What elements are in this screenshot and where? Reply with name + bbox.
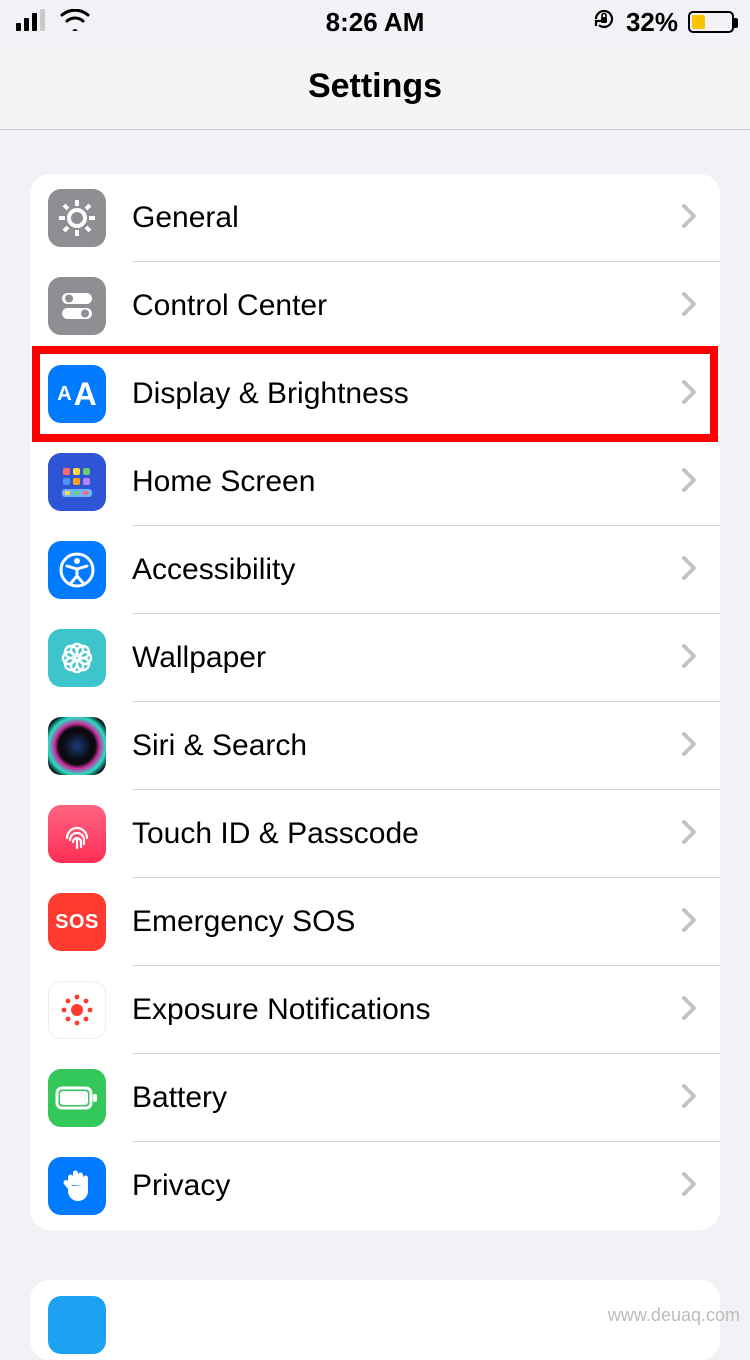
settings-row-battery[interactable]: Battery [30, 1054, 720, 1142]
battery-percent: 32% [626, 7, 678, 38]
wifi-icon [60, 7, 90, 38]
watermark: www.deuaq.com [608, 1305, 740, 1326]
chevron-right-icon [680, 466, 720, 499]
settings-row-label: Display & Brightness [106, 377, 680, 411]
accessibility-icon [48, 541, 106, 599]
settings-row-label: Touch ID & Passcode [106, 817, 680, 851]
siri-icon [48, 717, 106, 775]
chevron-right-icon [680, 290, 720, 323]
home-grid-icon [48, 453, 106, 511]
cellular-signal-icon [16, 7, 50, 38]
chevron-right-icon [680, 378, 720, 411]
app-icon [48, 1296, 106, 1354]
settings-row-display-brightness[interactable]: AA Display & Brightness [30, 350, 720, 438]
settings-row-label: Accessibility [106, 553, 680, 587]
chevron-right-icon [680, 1170, 720, 1203]
gear-icon [48, 189, 106, 247]
hand-icon [48, 1157, 106, 1215]
settings-list: General Control Center AA Display & Brig… [30, 174, 720, 1230]
settings-row-label: Wallpaper [106, 641, 680, 675]
toggles-icon [48, 277, 106, 335]
settings-row-label: General [106, 201, 680, 235]
settings-row-control-center[interactable]: Control Center [30, 262, 720, 350]
settings-row-general[interactable]: General [30, 174, 720, 262]
text-size-icon: AA [48, 365, 106, 423]
chevron-right-icon [680, 730, 720, 763]
chevron-right-icon [680, 818, 720, 851]
settings-row-siri-search[interactable]: Siri & Search [30, 702, 720, 790]
settings-row-home-screen[interactable]: Home Screen [30, 438, 720, 526]
chevron-right-icon [680, 906, 720, 939]
orientation-lock-icon [592, 7, 616, 38]
chevron-right-icon [680, 642, 720, 675]
page-title: Settings [308, 67, 442, 106]
settings-row-label: Home Screen [106, 465, 680, 499]
battery-row-icon [48, 1069, 106, 1127]
battery-icon [688, 11, 734, 33]
sos-icon: SOS [48, 893, 106, 951]
exposure-icon [48, 981, 106, 1039]
settings-row-label: Privacy [106, 1169, 680, 1203]
settings-row-label: Emergency SOS [106, 905, 680, 939]
settings-row-exposure-notifications[interactable]: Exposure Notifications [30, 966, 720, 1054]
chevron-right-icon [680, 554, 720, 587]
status-bar: 8:26 AM 32% [0, 0, 750, 44]
settings-row-accessibility[interactable]: Accessibility [30, 526, 720, 614]
settings-row-label: Exposure Notifications [106, 993, 680, 1027]
chevron-right-icon [680, 202, 720, 235]
settings-row-label: Control Center [106, 289, 680, 323]
flower-icon [48, 629, 106, 687]
chevron-right-icon [680, 1082, 720, 1115]
settings-row-touchid-passcode[interactable]: Touch ID & Passcode [30, 790, 720, 878]
settings-row-label: Siri & Search [106, 729, 680, 763]
fingerprint-icon [48, 805, 106, 863]
nav-header: Settings [0, 44, 750, 130]
settings-row-emergency-sos[interactable]: SOS Emergency SOS [30, 878, 720, 966]
settings-row-wallpaper[interactable]: Wallpaper [30, 614, 720, 702]
settings-row-label: Battery [106, 1081, 680, 1115]
chevron-right-icon [680, 994, 720, 1027]
status-right: 32% [592, 7, 734, 38]
settings-row-privacy[interactable]: Privacy [30, 1142, 720, 1230]
status-left [16, 7, 90, 38]
